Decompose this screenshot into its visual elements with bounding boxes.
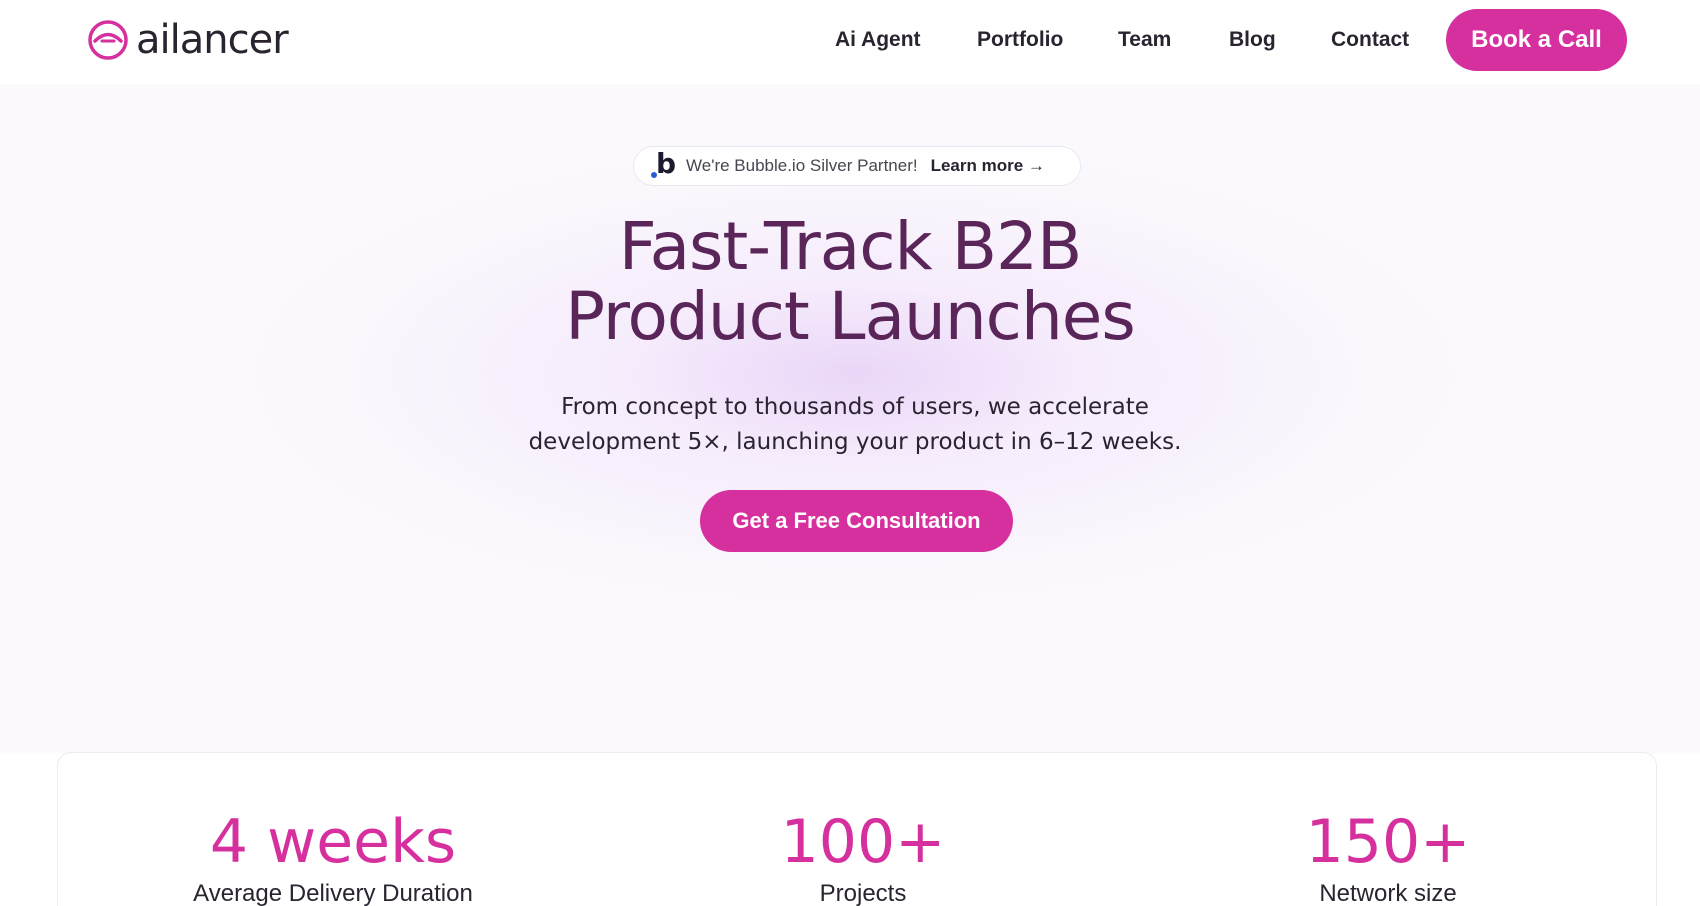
nav-link-blog[interactable]: Blog	[1229, 26, 1276, 54]
learn-more-link[interactable]: Learn more →	[931, 156, 1045, 176]
nav-link-contact[interactable]: Contact	[1331, 26, 1409, 54]
stat-delivery: 4 weeks Average Delivery Duration	[158, 807, 508, 906]
hero-section: b We're Bubble.io Silver Partner! Learn …	[0, 84, 1700, 754]
nav-link-portfolio[interactable]: Portfolio	[977, 26, 1063, 54]
hero-subtitle-line-2: development 5×, launching your product i…	[528, 429, 1182, 455]
hero-subtitle-line-1: From concept to thousands of users, we a…	[561, 394, 1149, 420]
site-header: ailancer Ai Agent Portfolio Team Blog Co…	[0, 0, 1700, 84]
partner-badge-text: We're Bubble.io Silver Partner!	[686, 156, 918, 175]
stat-value: 150+	[1305, 807, 1471, 877]
stat-network: 150+ Network size	[1213, 807, 1563, 906]
stat-label: Projects	[819, 880, 907, 906]
stat-value: 4 weeks	[209, 807, 457, 877]
stat-label: Network size	[1319, 880, 1457, 906]
hero-title: Fast-Track B2B Product Launches	[350, 212, 1350, 352]
partner-badge: b We're Bubble.io Silver Partner! Learn …	[633, 146, 1081, 186]
stats-card: 4 weeks Average Delivery Duration 100+ P…	[57, 752, 1657, 906]
stat-label: Average Delivery Duration	[193, 880, 473, 906]
hero-title-line-2: Product Launches	[565, 278, 1136, 355]
book-a-call-button[interactable]: Book a Call	[1446, 9, 1627, 71]
nav-link-team[interactable]: Team	[1118, 26, 1171, 54]
hero-subtitle: From concept to thousands of users, we a…	[450, 390, 1260, 460]
free-consultation-button[interactable]: Get a Free Consultation	[700, 490, 1013, 552]
nav-link-ai-agent[interactable]: Ai Agent	[835, 26, 921, 54]
stat-projects: 100+ Projects	[688, 807, 1038, 906]
main-nav: Ai Agent Portfolio Team Blog Contact	[0, 0, 1700, 84]
hero-title-line-1: Fast-Track B2B	[618, 208, 1083, 285]
stat-value: 100+	[780, 807, 946, 877]
bubble-logo-icon: b	[650, 148, 678, 180]
